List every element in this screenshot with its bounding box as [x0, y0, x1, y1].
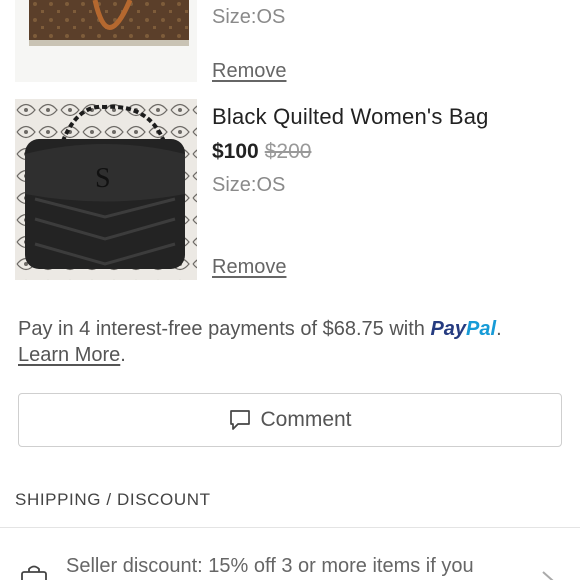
paypal-installment-message: Pay in 4 interest-free payments of $68.7…: [18, 318, 502, 366]
item-info: Black Quilted Women's Bag $100 $200 Size:…: [212, 104, 562, 197]
item-original-price: $200: [264, 140, 312, 163]
quilted-bag-photo: S: [15, 99, 197, 280]
speech-bubble-icon: [230, 410, 251, 430]
svg-text:S: S: [95, 163, 111, 194]
remove-link[interactable]: Remove: [212, 60, 286, 83]
item-thumbnail[interactable]: S: [15, 99, 197, 280]
comment-label: Comment: [260, 408, 352, 431]
chevron-right-icon: [542, 571, 554, 580]
paypal-text: Pay in 4 interest-free payments of $68.7…: [18, 318, 431, 340]
handbag-photo: [15, 0, 197, 82]
seller-discount-text: Seller discount: 15% off 3 or more items…: [66, 555, 474, 577]
section-title: SHIPPING / DISCOUNT: [15, 490, 211, 509]
cart-item: S Black Quilted Women's Bag $100 $200 Siz…: [15, 99, 565, 281]
cart-item: Size:OS Remove: [15, 0, 565, 90]
item-price: $100: [212, 140, 259, 163]
learn-more-link[interactable]: Learn More: [18, 344, 120, 366]
item-size: Size:OS: [212, 6, 286, 28]
comment-button[interactable]: Comment: [18, 393, 562, 447]
shopping-bag-icon: [21, 565, 47, 580]
seller-discount-row[interactable]: Seller discount: 15% off 3 or more items…: [0, 528, 580, 580]
paypal-logo: PayPal: [430, 318, 497, 340]
item-title[interactable]: Black Quilted Women's Bag: [212, 104, 562, 130]
price-row: $100 $200: [212, 140, 562, 164]
remove-link[interactable]: Remove: [212, 256, 286, 279]
item-size: Size:OS: [212, 174, 286, 196]
item-thumbnail[interactable]: [15, 0, 197, 82]
